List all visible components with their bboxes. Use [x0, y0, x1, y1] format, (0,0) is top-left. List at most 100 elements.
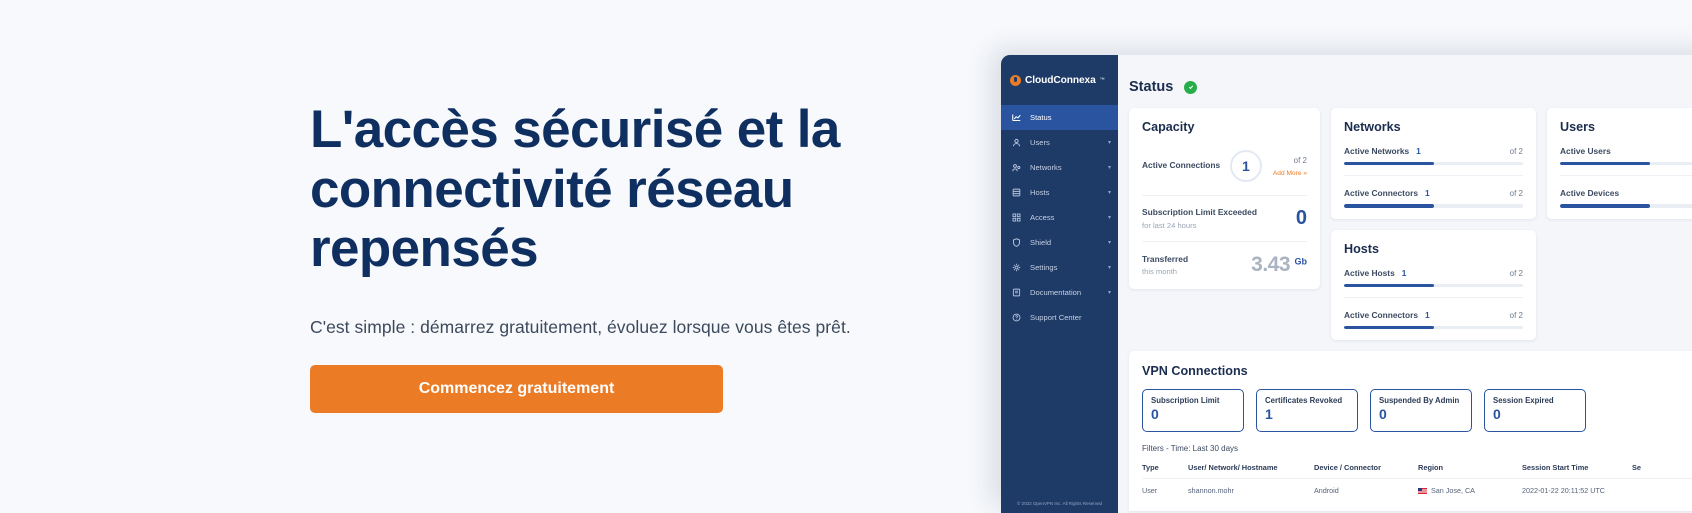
metric-of: of 2: [1509, 189, 1523, 199]
metric-value: 1: [1425, 188, 1430, 199]
vpn-stat-suspended-by-admin[interactable]: Suspended By Admin 0: [1370, 389, 1472, 433]
cell-session-start: 2022-01-22 20:11:52 UTC: [1522, 478, 1632, 496]
progress-bar: [1344, 161, 1523, 166]
sidebar-label: Users: [1030, 138, 1050, 147]
sidebar-item-status[interactable]: Status: [1001, 105, 1118, 130]
sidebar-label: Status: [1030, 113, 1052, 122]
check-shield-icon: [1184, 80, 1198, 94]
add-more-link[interactable]: Add More »: [1273, 170, 1307, 177]
progress-bar: [1344, 325, 1523, 330]
sidebar-label: Documentation: [1030, 288, 1082, 297]
table-row[interactable]: User shannon.mohr Android San Jose, CA 2…: [1142, 478, 1692, 496]
vpn-stat-boxes: Subscription Limit 0 Certificates Revoke…: [1142, 389, 1692, 433]
app-sidebar: CloudConnexa ™ Status Users ▾ Networks ▾…: [1001, 55, 1118, 513]
vpn-filters-label[interactable]: Filters - Time: Last 30 days: [1142, 444, 1692, 453]
progress-bar: [1344, 283, 1523, 287]
network-icon: [1012, 163, 1021, 172]
trademark-symbol: ™: [1099, 77, 1105, 83]
metric-row: Active Networks 1 of 2: [1344, 146, 1523, 166]
column-header-region[interactable]: Region: [1418, 463, 1522, 479]
sidebar-item-access[interactable]: Access ▾: [1001, 205, 1118, 230]
vpn-stat-subscription-limit[interactable]: Subscription Limit 0: [1142, 389, 1244, 433]
metric-row: Active Hosts 1 of 2: [1344, 268, 1523, 287]
metric-label: Active Connectors: [1344, 309, 1418, 320]
chevron-down-icon: ▾: [1107, 189, 1111, 196]
sidebar-item-hosts[interactable]: Hosts ▾: [1001, 180, 1118, 205]
column-header-device[interactable]: Device / Connector: [1314, 463, 1418, 479]
sidebar-item-settings[interactable]: Settings ▾: [1001, 255, 1118, 280]
vpn-stat-certificates-revoked[interactable]: Certificates Revoked 1: [1256, 389, 1358, 433]
column-header-type[interactable]: Type: [1142, 463, 1188, 479]
chevron-down-icon: ▾: [1107, 139, 1111, 146]
sidebar-label: Shield: [1030, 238, 1052, 247]
vpn-stat-session-expired[interactable]: Session Expired 0: [1484, 389, 1586, 433]
chevron-down-icon: ▾: [1107, 289, 1111, 296]
server-icon: [1012, 188, 1021, 197]
cell-region: San Jose, CA: [1418, 478, 1522, 496]
hosts-title: Hosts: [1344, 241, 1379, 256]
column-header-user[interactable]: User/ Network/ Hostname: [1188, 463, 1314, 479]
transferred-row: Transferred this month 3.43 Gb: [1142, 242, 1307, 277]
subscription-limit-label: Subscription Limit Exceeded: [1142, 207, 1257, 218]
metric-label: Active Hosts: [1344, 267, 1395, 278]
stat-value: 0: [1379, 406, 1387, 423]
stat-label: Suspended By Admin: [1379, 396, 1460, 406]
cell-user: shannon.mohr: [1188, 478, 1314, 496]
transferred-label: Transferred: [1142, 253, 1189, 264]
vpn-connections-table: Type User/ Network/ Hostname Device / Co…: [1142, 463, 1692, 496]
stat-label: Certificates Revoked: [1265, 396, 1343, 406]
sidebar-item-documentation[interactable]: Documentation ▾: [1001, 280, 1118, 305]
transferred-value-group: 3.43 Gb: [1251, 253, 1307, 277]
sidebar-label: Support Center: [1030, 313, 1082, 322]
transferred-unit: Gb: [1294, 256, 1308, 267]
divider: [1344, 175, 1523, 177]
networks-hosts-stack: Networks Active Networks 1 of 2 Active C…: [1331, 108, 1536, 341]
column-header-session-start[interactable]: Session Start Time: [1522, 463, 1632, 479]
document-icon: [1012, 288, 1021, 297]
stat-label: Session Expired: [1493, 396, 1554, 406]
metric-row: Active Users: [1560, 146, 1692, 166]
sidebar-item-support-center[interactable]: Support Center: [1001, 305, 1118, 330]
active-connections-label: Active Connections: [1142, 160, 1221, 171]
sidebar-item-networks[interactable]: Networks ▾: [1001, 155, 1118, 180]
stat-value: 0: [1151, 406, 1159, 423]
metric-label: Active Connectors: [1344, 188, 1418, 199]
stat-value: 1: [1265, 406, 1273, 423]
transferred-sub: this month: [1142, 267, 1178, 277]
status-header: Status: [1129, 79, 1692, 95]
sidebar-copyright: © 2022 OpenVPN Inc. All Rights Reserved: [1017, 501, 1102, 506]
hosts-card: Hosts Active Hosts 1 of 2 Active Connect…: [1331, 229, 1536, 341]
progress-bar: [1560, 204, 1692, 208]
progress-bar: [1344, 204, 1523, 208]
sidebar-item-users[interactable]: Users ▾: [1001, 130, 1118, 155]
chevron-down-icon: ▾: [1107, 264, 1111, 271]
subscription-limit-sub: for last 24 hours: [1142, 220, 1197, 230]
help-circle-icon: [1012, 313, 1021, 322]
get-started-button[interactable]: Commencez gratuitement: [310, 364, 723, 413]
page-title: L'accès sécurisé et la connectivité rése…: [310, 100, 840, 279]
cell-truncated: [1632, 478, 1692, 496]
active-connections-of: of 2: [1293, 155, 1307, 165]
metric-label: Active Users: [1560, 146, 1611, 156]
progress-bar: [1560, 161, 1692, 166]
status-title: Status: [1129, 79, 1174, 95]
cell-type: User: [1142, 478, 1188, 496]
user-icon: [1012, 138, 1021, 147]
cloudconnexa-logo-icon: [1010, 74, 1021, 86]
app-main-content: Status Capacity Active Connections 1 of …: [1118, 55, 1692, 513]
networks-card: Networks Active Networks 1 of 2 Active C…: [1331, 108, 1536, 219]
metric-row: Active Connectors 1 of 2: [1344, 188, 1523, 208]
sidebar-item-shield[interactable]: Shield ▾: [1001, 230, 1118, 255]
column-header-truncated[interactable]: Se: [1632, 463, 1692, 479]
capacity-title: Capacity: [1142, 120, 1195, 134]
table-header-row: Type User/ Network/ Hostname Device / Co…: [1142, 463, 1692, 479]
brand-name: CloudConnexa: [1025, 74, 1096, 86]
metric-value: 1: [1416, 146, 1421, 156]
vpn-title: VPN Connections: [1142, 364, 1248, 379]
chevron-down-icon: ▾: [1107, 239, 1111, 246]
sidebar-label: Settings: [1030, 263, 1058, 272]
users-card: Users Active Users Active Devices: [1547, 108, 1692, 219]
users-title: Users: [1560, 120, 1596, 134]
capacity-card: Capacity Active Connections 1 of 2 Add M…: [1129, 108, 1320, 289]
us-flag-icon: [1418, 487, 1427, 495]
